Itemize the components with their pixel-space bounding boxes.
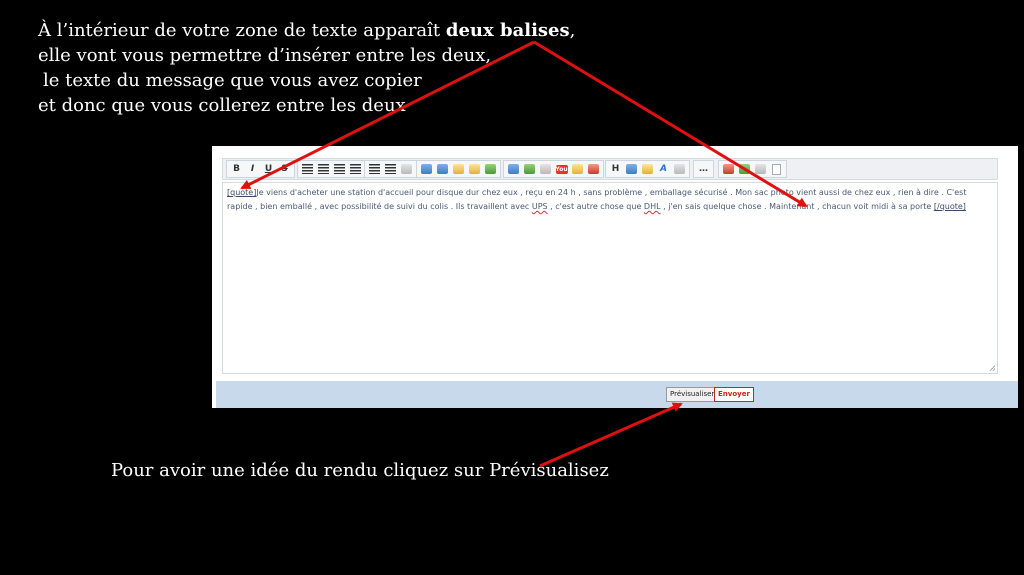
instruction-top: À l’intérieur de votre zone de texte app…	[38, 18, 575, 118]
flash-button[interactable]	[570, 162, 585, 176]
instruction-bottom: Pour avoir une idée du rendu cliquez sur…	[111, 460, 609, 481]
instruction-line-3: le texte du message que vous avez copier	[43, 70, 422, 91]
more-button[interactable]: …	[696, 162, 711, 176]
gear-button[interactable]	[753, 162, 768, 176]
page-icon	[772, 163, 781, 175]
align-group	[297, 160, 366, 178]
justify-icon	[350, 164, 361, 174]
date-button[interactable]	[721, 162, 736, 176]
align-right-icon	[334, 164, 345, 174]
spoiler-icon	[453, 164, 464, 174]
instruction-line-1: À l’intérieur de votre zone de texte app…	[38, 18, 575, 43]
bullet-list-button[interactable]	[367, 162, 382, 176]
format-group: B I U S	[226, 160, 295, 178]
message-part-2: , c'est autre chose que	[547, 202, 644, 211]
extra-group	[718, 160, 787, 178]
host-image-icon	[524, 164, 535, 174]
instruction-highlight: deux balises	[445, 20, 570, 41]
instruction-line-1-text: À l’intérieur de votre zone de texte app…	[38, 20, 446, 41]
align-right-button[interactable]	[332, 162, 347, 176]
color-icon	[642, 164, 653, 174]
resize-handle[interactable]	[989, 365, 995, 371]
host-image-button[interactable]	[522, 162, 537, 176]
youtube-icon: You	[555, 164, 568, 174]
special-icon	[626, 164, 637, 174]
image-button[interactable]	[506, 162, 521, 176]
instruction-line-1-end: ,	[569, 20, 576, 41]
list-item-button[interactable]	[399, 162, 414, 176]
submit-bar: Prévisualiser Envoyer	[216, 381, 1018, 408]
flash-icon	[572, 164, 583, 174]
font-size-button[interactable]	[672, 162, 687, 176]
spoiler-button[interactable]	[451, 162, 466, 176]
special-button[interactable]	[624, 162, 639, 176]
justify-button[interactable]	[348, 162, 363, 176]
number-list-icon	[385, 164, 396, 174]
table-button[interactable]	[483, 162, 498, 176]
table-icon	[485, 164, 496, 174]
hr-group: …	[693, 160, 714, 178]
editor-toolbar: B I U S You H A …	[222, 158, 998, 180]
calendar-icon	[723, 164, 734, 174]
send-button[interactable]: Envoyer	[714, 387, 754, 402]
link-button[interactable]	[538, 162, 553, 176]
align-left-button[interactable]	[300, 162, 315, 176]
align-center-icon	[318, 164, 329, 174]
page-button[interactable]	[769, 162, 784, 176]
list-group	[364, 160, 417, 178]
code-icon	[437, 164, 448, 174]
forum-editor-screenshot: B I U S You H A … [quote]Je viens d'ache…	[212, 146, 1018, 408]
align-center-button[interactable]	[316, 162, 331, 176]
quote-icon	[421, 164, 432, 174]
message-textarea[interactable]: [quote]Je viens d'acheter une station d'…	[222, 182, 998, 374]
hide-icon	[469, 164, 480, 174]
strike-button[interactable]: S	[277, 162, 292, 176]
color-button[interactable]	[640, 162, 655, 176]
arrow-to-preview	[539, 402, 683, 468]
youtube-button[interactable]: You	[554, 162, 569, 176]
message-text: [quote]Je viens d'acheter une station d'…	[223, 183, 997, 217]
heading-button[interactable]: H	[608, 162, 623, 176]
bold-button[interactable]: B	[229, 162, 244, 176]
insert-group	[416, 160, 501, 178]
gear-icon	[755, 164, 766, 174]
font-button[interactable]: A	[656, 162, 671, 176]
underline-button[interactable]: U	[261, 162, 276, 176]
style-group: H A	[605, 160, 690, 178]
preview-button[interactable]: Prévisualiser	[666, 387, 719, 402]
number-list-button[interactable]	[383, 162, 398, 176]
link-icon	[540, 164, 551, 174]
instruction-line-4: et donc que vous collerez entre les deux	[38, 95, 406, 116]
quote-button[interactable]	[419, 162, 434, 176]
italic-button[interactable]: I	[245, 162, 260, 176]
bullet-list-icon	[369, 164, 380, 174]
edit-button[interactable]	[586, 162, 601, 176]
quote-open-tag: [quote]	[227, 188, 257, 197]
media-group: You	[503, 160, 604, 178]
ups-word: UPS	[531, 202, 548, 211]
edit-icon	[588, 164, 599, 174]
refresh-icon	[739, 164, 750, 174]
hide-button[interactable]	[467, 162, 482, 176]
instruction-line-2: elle vont vous permettre d’insérer entre…	[38, 45, 492, 66]
refresh-button[interactable]	[737, 162, 752, 176]
font-size-icon	[674, 164, 685, 174]
quote-close-tag: [/quote]	[933, 202, 966, 211]
message-part-3: , j'en sais quelque chose . Maintenant ,…	[660, 202, 934, 211]
dhl-word: DHL	[643, 202, 661, 211]
list-item-icon	[401, 164, 412, 174]
code-button[interactable]	[435, 162, 450, 176]
align-left-icon	[302, 164, 313, 174]
image-icon	[508, 164, 519, 174]
